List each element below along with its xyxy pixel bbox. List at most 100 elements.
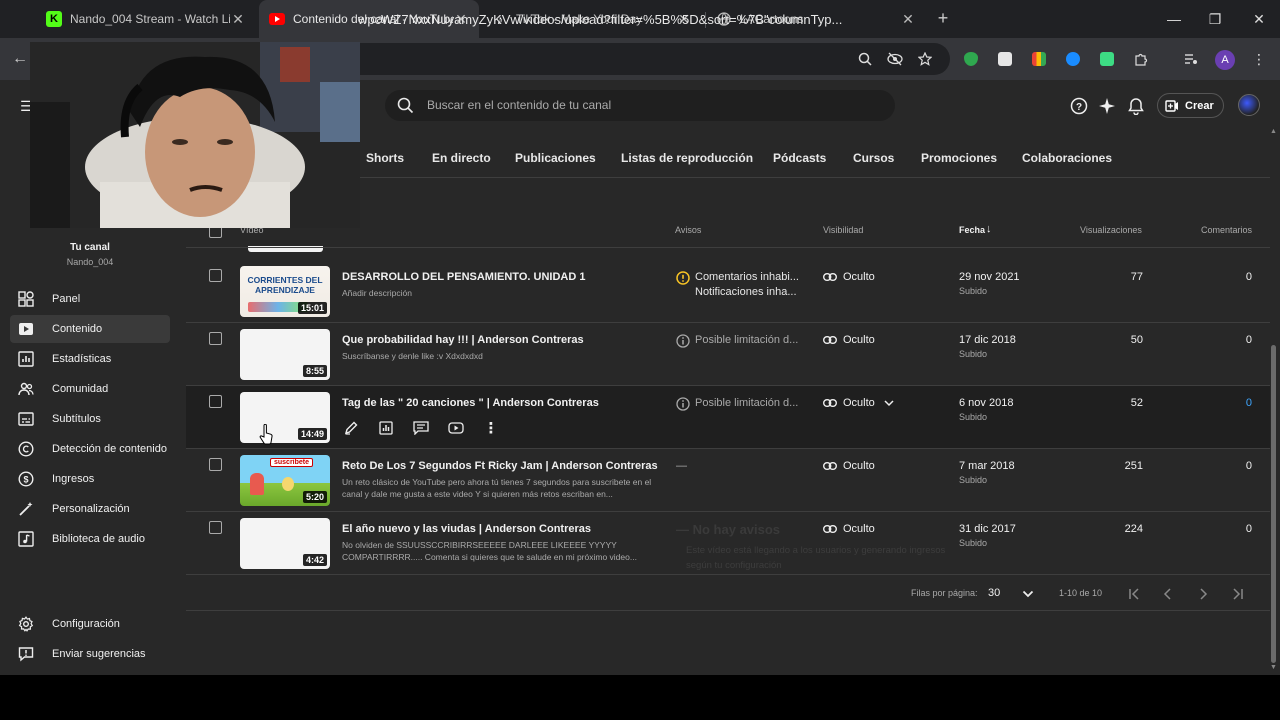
table-row[interactable]: 8:55 Que probabilidad hay !!! | Anderson… (186, 323, 1270, 386)
next-page-icon[interactable] (1194, 585, 1212, 603)
tab-en-directo[interactable]: En directo (432, 151, 491, 165)
visibility-status[interactable]: Oculto (823, 271, 875, 283)
youtube-play-icon[interactable] (447, 419, 465, 437)
sidebar-item-deteccion[interactable]: Detección de contenido (10, 435, 170, 463)
first-page-icon[interactable] (1125, 585, 1143, 603)
close-icon[interactable]: ✕ (900, 11, 916, 28)
visibility-status[interactable]: Oculto (823, 334, 875, 346)
search-input[interactable]: Buscar en el contenido de tu canal (385, 90, 895, 121)
row-checkbox[interactable] (209, 458, 222, 471)
close-window-icon[interactable]: ✕ (1250, 10, 1268, 28)
help-icon[interactable]: ? (1069, 96, 1089, 116)
tab-promociones[interactable]: Promociones (921, 151, 997, 165)
video-title[interactable]: Reto De Los 7 Segundos Ft Ricky Jam | An… (342, 460, 658, 472)
sidebar-item-biblioteca-audio[interactable]: Biblioteca de audio (10, 525, 170, 553)
sidebar-item-panel[interactable]: Panel (10, 285, 170, 313)
channel-label[interactable]: Tu canal (0, 242, 180, 253)
video-title[interactable]: Que probabilidad hay !!! | Anderson Cont… (342, 334, 584, 346)
table-row[interactable]: CORRIENTES DEL APRENDIZAJE 15:01 DESARRO… (186, 260, 1270, 323)
sort-arrow-down-icon[interactable]: ↓ (986, 223, 992, 235)
restore-icon[interactable]: ❐ (1206, 10, 1224, 28)
video-thumbnail[interactable]: CORRIENTES DEL APRENDIZAJE 15:01 (240, 266, 330, 317)
new-tab-button[interactable]: + (933, 8, 953, 28)
video-thumbnail[interactable]: 14:49 (240, 392, 330, 443)
account-avatar[interactable] (1238, 94, 1260, 116)
sidebar-item-subtitulos[interactable]: Subtítulos (10, 405, 170, 433)
sparkle-icon[interactable] (1097, 96, 1117, 116)
header-fecha[interactable]: Fecha (959, 225, 985, 235)
chevron-down-icon[interactable] (1019, 585, 1037, 603)
video-thumbnail[interactable]: 4:42 (240, 518, 330, 569)
video-title[interactable]: El año nuevo y las viudas | Anderson Con… (342, 523, 591, 535)
shield-extension-icon[interactable] (962, 50, 980, 68)
android-extension-icon[interactable] (1098, 50, 1116, 68)
video-title[interactable]: DESARROLLO DEL PENSAMIENTO. UNIDAD 1 (342, 271, 585, 283)
rows-per-page-value[interactable]: 30 (988, 587, 1000, 599)
row-checkbox[interactable] (209, 521, 222, 534)
header-visualizaciones[interactable]: Visualizaciones (1080, 225, 1142, 235)
video-description[interactable]: No olviden de SSUUSSCCRIBIRRSEEEEE DARLE… (342, 539, 652, 563)
warning-notifications[interactable]: Notificaciones inha... (695, 285, 797, 300)
sidebar-item-contenido[interactable]: Contenido (10, 315, 170, 343)
sidebar-item-personalizacion[interactable]: Personalización (10, 495, 170, 523)
tab-publicaciones[interactable]: Publicaciones (515, 151, 596, 165)
tab-shorts[interactable]: Shorts (366, 151, 404, 165)
sidebar-item-estadisticas[interactable]: Estadísticas (10, 345, 170, 373)
shazam-extension-icon[interactable] (1064, 50, 1082, 68)
video-title[interactable]: Tag de las " 20 canciones " | Anderson C… (342, 397, 599, 409)
page-scrollbar[interactable] (1271, 345, 1276, 663)
video-thumbnail[interactable]: suscribete 5:20 (240, 455, 330, 506)
tab-listas[interactable]: Listas de reproducción (621, 151, 753, 165)
table-row[interactable]: suscribete 5:20 Reto De Los 7 Segundos F… (186, 449, 1270, 512)
media-queue-icon[interactable] (1182, 50, 1200, 68)
table-row[interactable]: 4:42 El año nuevo y las viudas | Anderso… (186, 512, 1270, 575)
eye-off-icon[interactable] (886, 50, 904, 68)
video-thumbnail[interactable]: 8:55 (240, 329, 330, 380)
zoom-icon[interactable] (856, 50, 874, 68)
browser-profile-avatar[interactable]: A (1215, 50, 1235, 70)
comments-icon[interactable] (412, 419, 430, 437)
video-description[interactable]: Añadir descripción (342, 287, 652, 299)
close-icon[interactable]: ✕ (230, 11, 246, 28)
document-extension-icon[interactable] (996, 50, 1014, 68)
table-row[interactable]: 14:49 Tag de las " 20 canciones " | Ande… (186, 386, 1270, 449)
sidebar-item-sugerencias[interactable]: Enviar sugerencias (10, 640, 170, 668)
visibility-status[interactable]: Oculto (823, 523, 875, 535)
minimize-icon[interactable]: — (1165, 10, 1183, 28)
row-checkbox[interactable] (209, 395, 222, 408)
tab-colaboraciones[interactable]: Colaboraciones (1022, 151, 1112, 165)
sidebar-item-configuracion[interactable]: Configuración (10, 610, 170, 638)
more-options-icon[interactable]: ⋮ (482, 419, 500, 437)
header-comentarios[interactable]: Comentarios (1201, 225, 1252, 235)
url-text[interactable]: wpcWZ7NxxNuyamyZyKVw/videos/upload?filte… (358, 12, 843, 27)
comment-count[interactable]: 0 (1246, 397, 1252, 409)
edit-pencil-icon[interactable] (342, 419, 360, 437)
browser-tab-kick[interactable]: K Nando_004 Stream - Watch Liv ✕ (36, 0, 256, 38)
warning-comments[interactable]: Comentarios inhabi... (695, 270, 799, 285)
tab-cursos[interactable]: Cursos (853, 151, 894, 165)
visibility-dropdown[interactable]: Oculto (823, 397, 901, 409)
last-page-icon[interactable] (1229, 585, 1247, 603)
analytics-icon[interactable] (377, 419, 395, 437)
puzzle-extensions-icon[interactable] (1132, 50, 1150, 68)
video-description[interactable]: Suscríbanse y denle like :v Xdxdxdxd (342, 350, 652, 362)
warning-limitation[interactable]: Posible limitación d... (695, 396, 798, 411)
bookmark-star-icon[interactable] (916, 50, 934, 68)
scroll-up-arrow-icon[interactable]: ▲ (1270, 128, 1277, 135)
video-description[interactable]: Un reto clásico de YouTube pero ahora tú… (342, 476, 652, 500)
row-checkbox[interactable] (209, 269, 222, 282)
back-arrow-icon[interactable]: ← (12, 50, 28, 68)
scroll-down-arrow-icon[interactable]: ▼ (1270, 664, 1277, 671)
sidebar-item-ingresos[interactable]: $ Ingresos (10, 465, 170, 493)
color-grid-extension-icon[interactable] (1030, 50, 1048, 68)
previous-page-icon[interactable] (1159, 585, 1177, 603)
more-vert-icon[interactable]: ⋮ (1250, 50, 1268, 68)
sidebar-item-comunidad[interactable]: Comunidad (10, 375, 170, 403)
create-button[interactable]: Crear (1157, 93, 1224, 118)
address-bar[interactable] (300, 43, 950, 75)
visibility-status[interactable]: Oculto (823, 460, 875, 472)
tab-podcasts[interactable]: Pódcasts (773, 151, 826, 165)
warning-limitation[interactable]: Posible limitación d... (695, 333, 798, 348)
notifications-bell-icon[interactable] (1126, 96, 1146, 116)
row-checkbox[interactable] (209, 332, 222, 345)
